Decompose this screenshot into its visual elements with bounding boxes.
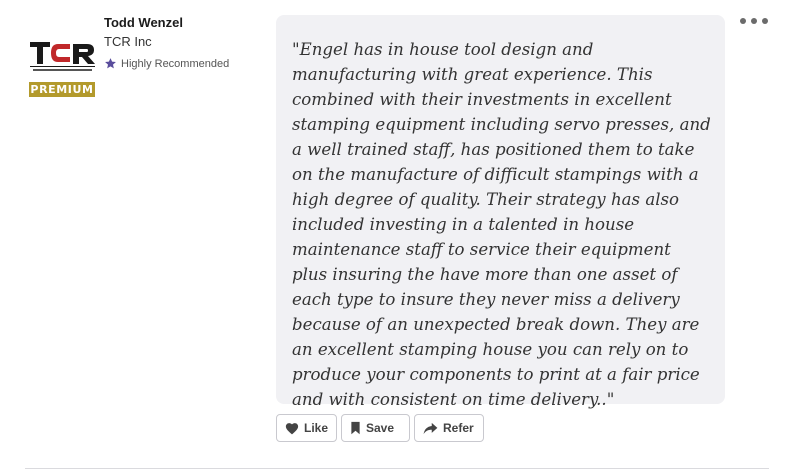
heart-icon bbox=[285, 422, 299, 434]
more-dot bbox=[762, 18, 768, 24]
save-label: Save bbox=[366, 421, 395, 435]
review-actions: Like Save Refer bbox=[276, 414, 484, 442]
more-dot bbox=[751, 18, 757, 24]
more-options-button[interactable] bbox=[740, 14, 768, 28]
share-arrow-icon bbox=[423, 422, 438, 434]
review-quote-box: "Engel has in house tool design and manu… bbox=[276, 15, 725, 409]
more-dots-icon bbox=[740, 18, 746, 24]
bookmark-icon bbox=[351, 421, 360, 435]
company-name[interactable]: TCR Inc bbox=[104, 34, 152, 49]
company-logo bbox=[29, 36, 96, 76]
refer-button[interactable]: Refer bbox=[414, 414, 484, 442]
premium-badge: PREMIUM bbox=[29, 82, 95, 97]
review-quote-text: "Engel has in house tool design and manu… bbox=[292, 40, 711, 409]
like-button[interactable]: Like bbox=[276, 414, 337, 442]
recommendation-label: Highly Recommended bbox=[121, 57, 230, 70]
recommendation-rating: Highly Recommended bbox=[104, 57, 229, 70]
divider bbox=[25, 468, 769, 469]
reviewer-name[interactable]: Todd Wenzel bbox=[104, 15, 183, 30]
save-button[interactable]: Save bbox=[341, 414, 410, 442]
refer-label: Refer bbox=[443, 421, 474, 435]
star-icon bbox=[105, 58, 116, 69]
like-label: Like bbox=[303, 421, 328, 435]
